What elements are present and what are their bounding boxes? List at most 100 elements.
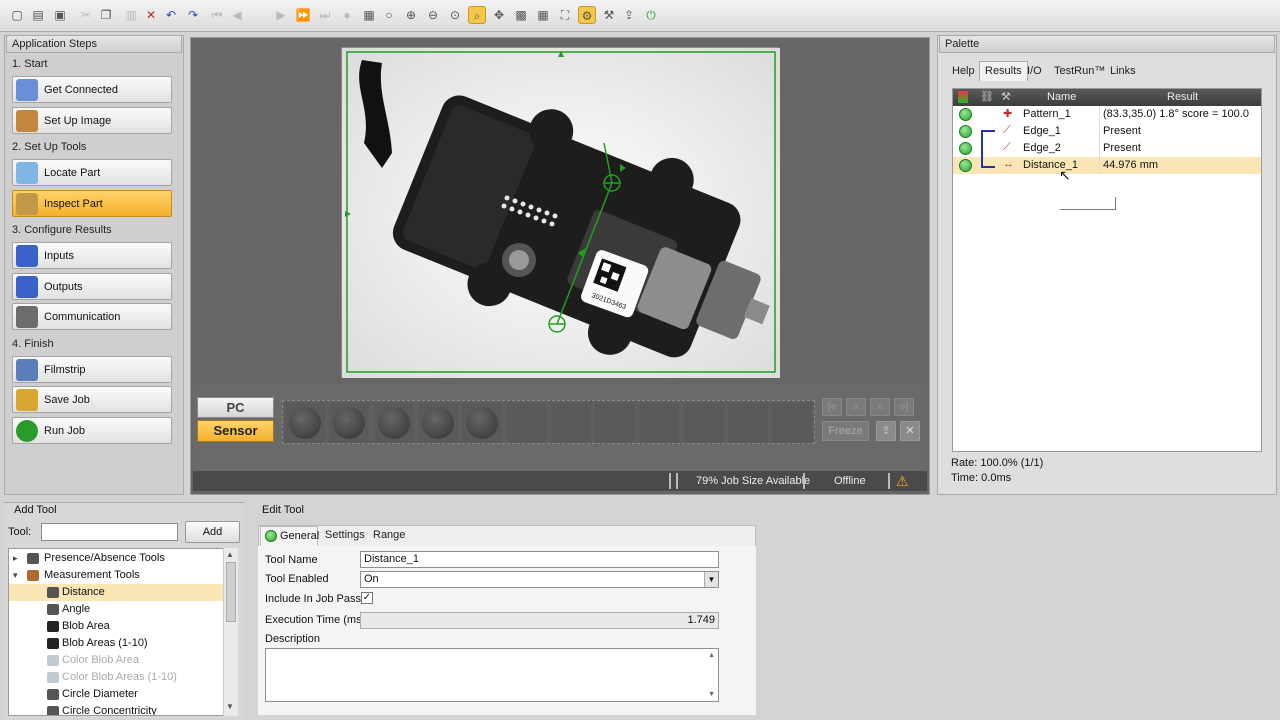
tool-tree-item[interactable]: Angle	[9, 601, 223, 618]
zoom-out-icon[interactable]: ⊖	[424, 6, 442, 24]
tool-search-input[interactable]	[41, 523, 178, 541]
step-button-locate-part[interactable]: Locate Part	[12, 159, 172, 186]
zoom-actual-icon[interactable]: ⌕	[468, 6, 486, 24]
pan-icon[interactable]: ✥	[490, 6, 508, 24]
prev-icon[interactable]: ◀	[228, 6, 246, 24]
tool-tree-item[interactable]: Blob Area	[9, 618, 223, 635]
filmstrip-slot[interactable]	[506, 403, 547, 443]
expand-icon[interactable]: ▸	[13, 550, 18, 567]
film-nav-first-button[interactable]: |«	[822, 398, 842, 416]
step-button-set-up-image[interactable]: Set Up Image	[12, 106, 172, 134]
description-textarea[interactable]: ▲ ▼	[265, 648, 719, 702]
chevron-down-icon[interactable]: ▼	[704, 572, 718, 587]
mode-pc-button[interactable]: PC	[197, 397, 274, 418]
power-icon[interactable]: ⏻	[642, 6, 660, 24]
tool-tree-item[interactable]: Blob Areas (1-10)	[9, 635, 223, 652]
step-button-inspect-part[interactable]: Inspect Part	[12, 189, 172, 217]
step-button-outputs[interactable]: Outputs	[12, 272, 172, 300]
film-export-icon[interactable]: ⇪	[876, 421, 896, 441]
first-icon[interactable]: ⏮	[208, 6, 226, 24]
filmstrip-thumbnail[interactable]	[421, 407, 454, 439]
filmstrip-slot[interactable]	[417, 403, 458, 443]
palette-tab-help[interactable]: Help	[946, 61, 981, 81]
scroll-thumb[interactable]	[226, 562, 236, 622]
step-button-run-job[interactable]: Run Job	[12, 416, 172, 444]
step-button-inputs[interactable]: Inputs	[12, 242, 172, 269]
result-row[interactable]: ✚ Pattern_1 (83.3,35.0) 1.8° score = 100.0	[953, 106, 1261, 123]
include-in-job-pass-checkbox[interactable]: ✓	[361, 592, 373, 604]
result-column-header[interactable]: Result	[1167, 91, 1198, 103]
grid-icon[interactable]: ▦	[534, 6, 552, 24]
edit-tab-range-limits[interactable]: Range Limits	[368, 526, 436, 559]
film-nav-prev-button[interactable]: «	[846, 398, 866, 416]
undo-icon[interactable]: ↶	[162, 6, 180, 24]
settings-icon[interactable]: ⚙	[578, 6, 596, 24]
filmstrip-slot[interactable]	[285, 403, 325, 443]
play-icon[interactable]: ▶	[272, 6, 290, 24]
film-nav-last-button[interactable]: »|	[894, 398, 914, 416]
step-button-save-job[interactable]: Save Job	[12, 386, 172, 413]
palette-tab-links[interactable]: Links	[1104, 61, 1142, 81]
camera-image[interactable]: 3021D3463	[341, 47, 780, 378]
paste-icon[interactable]: ▥	[122, 6, 140, 24]
zoom-in-icon[interactable]: ⊕	[402, 6, 420, 24]
filmstrip-slot[interactable]	[728, 403, 768, 443]
filmstrip-thumbnail[interactable]	[289, 407, 321, 439]
tool-tree-item[interactable]: Circle Concentricity	[9, 703, 223, 715]
palette-tab-io[interactable]: I/O	[1021, 61, 1048, 81]
cut-icon[interactable]: ✂	[77, 6, 95, 24]
image-icon[interactable]: ▩	[512, 6, 530, 24]
scroll-up-icon[interactable]: ▲	[226, 550, 234, 559]
filmstrip-thumbnail[interactable]	[377, 407, 410, 439]
filmstrip-slot[interactable]	[683, 403, 724, 443]
result-row[interactable]: ↔ Distance_1 44.976 mm	[953, 157, 1261, 174]
filmstrip-slot[interactable]	[639, 403, 680, 443]
scroll-down-icon[interactable]: ▼	[226, 702, 234, 711]
step-button-communication[interactable]: Communication	[12, 303, 172, 330]
redo-icon[interactable]: ↷	[184, 6, 202, 24]
last-icon[interactable]: ⏭	[316, 6, 334, 24]
new-icon[interactable]: ▢	[8, 6, 26, 24]
tool-tree-item[interactable]: Circle Diameter	[9, 686, 223, 703]
collapse-icon[interactable]: ▾	[13, 567, 18, 584]
description-scroll-down-icon[interactable]: ▼	[708, 691, 715, 698]
step-button-get-connected[interactable]: Get Connected	[12, 76, 172, 103]
freeze-button[interactable]: Freeze	[822, 421, 869, 441]
tree-scrollbar[interactable]: ▲ ▼	[223, 548, 238, 716]
copy-icon[interactable]: ❐	[97, 6, 115, 24]
record-icon[interactable]: ●	[338, 6, 356, 24]
description-scroll-up-icon[interactable]: ▲	[708, 652, 715, 659]
tool-tree-item[interactable]: Color Blob Areas (1-10)	[9, 669, 223, 686]
result-row[interactable]: ⟋ Edge_2 Present	[953, 140, 1261, 157]
add-tool-button[interactable]: Add	[185, 521, 240, 543]
name-column-header[interactable]: Name	[1047, 91, 1076, 103]
result-row[interactable]: ⟋ Edge_1 Present	[953, 123, 1261, 140]
tool-tree-item[interactable]: Distance	[9, 584, 223, 601]
filmstrip-slot[interactable]	[462, 403, 503, 443]
filmstrip-slot[interactable]	[595, 403, 636, 443]
filmstrip-slot[interactable]	[550, 403, 591, 443]
step-button-filmstrip[interactable]: Filmstrip	[12, 355, 172, 383]
tools-icon[interactable]: ⚒	[600, 6, 618, 24]
tool-name-input[interactable]: Distance_1	[360, 551, 719, 568]
film-clear-icon[interactable]: ✕	[900, 421, 920, 441]
filmstrip-thumbnail[interactable]	[333, 407, 366, 439]
circle-icon[interactable]: ○	[380, 6, 398, 24]
fullscreen-icon[interactable]: ⛶	[556, 6, 574, 24]
tool-tree-item[interactable]: ▾ Measurement Tools	[9, 567, 223, 584]
filmstrip-slot[interactable]	[329, 403, 370, 443]
folder-icon[interactable]: ▦	[360, 6, 378, 24]
zoom-fit-icon[interactable]: ⊙	[446, 6, 464, 24]
mode-sensor-button[interactable]: Sensor	[197, 420, 274, 442]
delete-icon[interactable]: ✕	[142, 6, 160, 24]
open-icon[interactable]: ▤	[29, 6, 47, 24]
filmstrip-thumbnail[interactable]	[466, 407, 499, 439]
edit-tab-general[interactable]: General	[260, 526, 319, 546]
next-icon[interactable]: ⏩	[294, 6, 312, 24]
filmstrip-slot[interactable]	[772, 403, 813, 443]
edit-tab-settings[interactable]: Settings	[320, 526, 365, 546]
film-nav-next-button[interactable]: »	[870, 398, 890, 416]
tool-tree-item[interactable]: ▸ Presence/Absence Tools	[9, 550, 223, 567]
export-icon[interactable]: ⇪	[620, 6, 638, 24]
tool-enabled-select[interactable]: On ▼	[360, 571, 719, 588]
